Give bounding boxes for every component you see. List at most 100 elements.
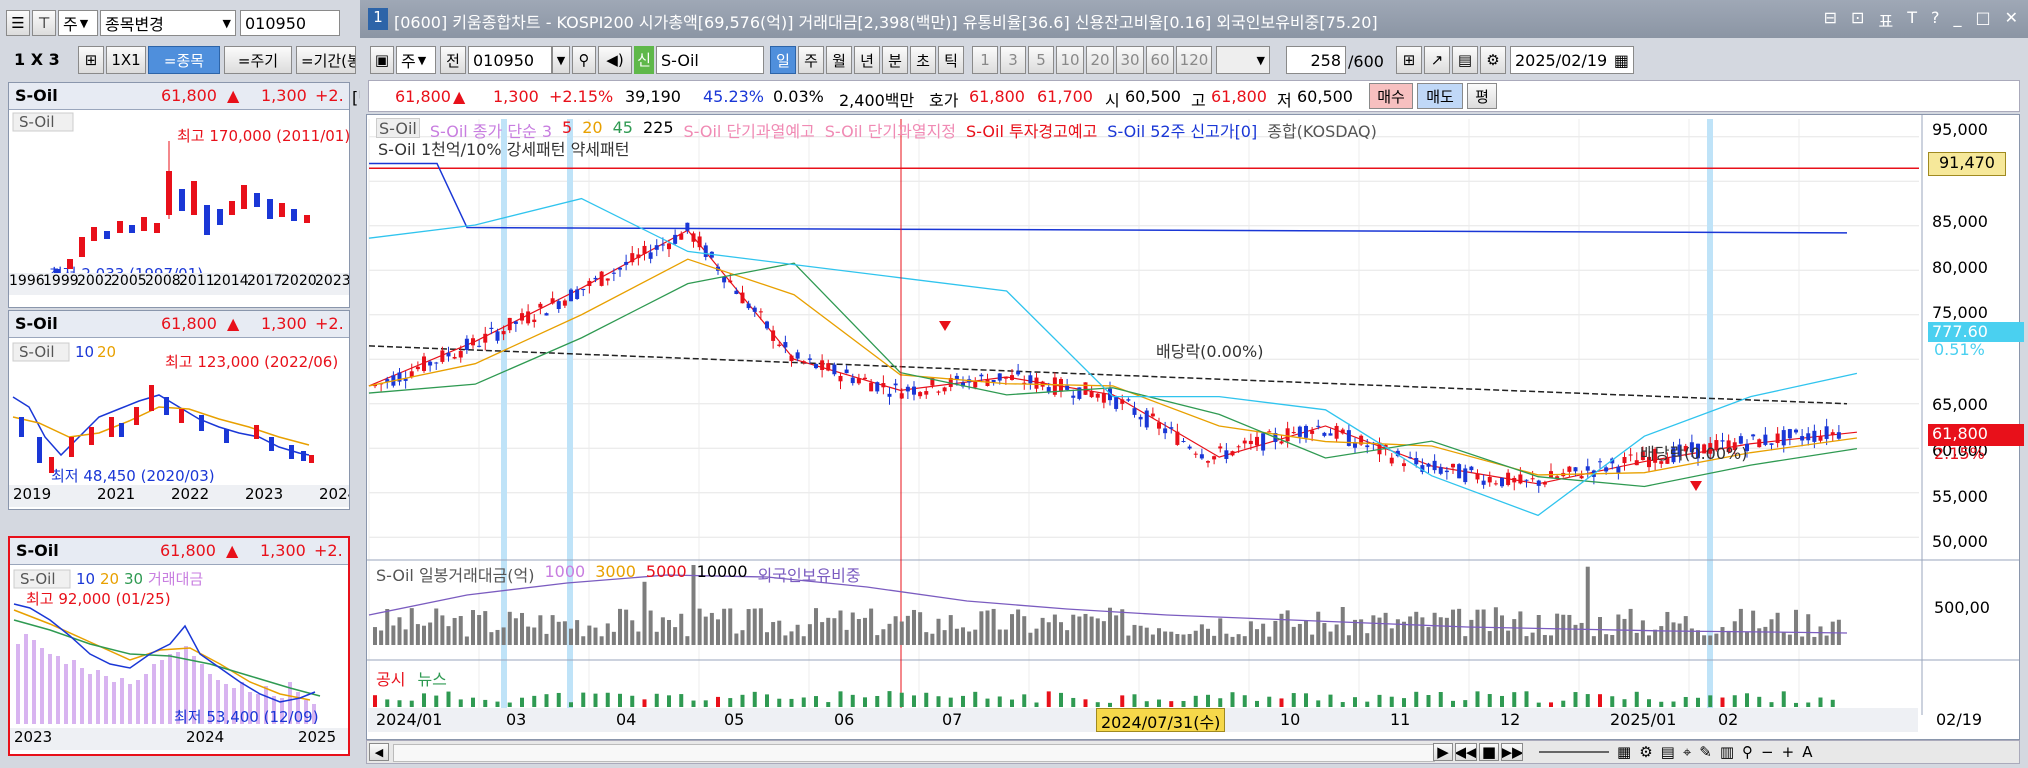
- mini-chart-weekly[interactable]: S-Oil 61,800 ▲ 1,300 +2. S-Oil 10 20 30 …: [8, 536, 350, 756]
- interval-1[interactable]: 1: [972, 46, 998, 74]
- indicator-icon[interactable]: ⊞: [1396, 46, 1422, 74]
- volume-bar: [1794, 609, 1798, 645]
- sell-button[interactable]: 매도: [1417, 83, 1463, 109]
- save-icon[interactable]: ▤: [1452, 46, 1478, 74]
- menu-button[interactable]: ☰: [6, 10, 30, 36]
- scroll-left-icon[interactable]: ◀: [369, 743, 389, 761]
- settings-icon[interactable]: ⚙: [1480, 46, 1506, 74]
- candle-body: [1261, 433, 1266, 451]
- period-second[interactable]: 초: [910, 46, 936, 74]
- volume-bar: [948, 615, 953, 645]
- window-number: 1: [368, 8, 388, 30]
- calendar-icon[interactable]: ▦: [1614, 51, 1629, 70]
- code-dropdown-icon[interactable]: ▼: [552, 46, 570, 74]
- cursor-icon[interactable]: ⌖: [1683, 743, 1691, 761]
- pin-icon[interactable]: ⊤: [32, 10, 56, 36]
- volume-bar: [483, 611, 488, 645]
- zoom-slider[interactable]: [1539, 751, 1609, 753]
- period-week[interactable]: 주: [798, 46, 824, 74]
- text-icon[interactable]: T: [1907, 8, 1917, 32]
- volume-bar: [1377, 617, 1382, 645]
- interval-20[interactable]: 20: [1086, 46, 1114, 74]
- interval-10[interactable]: 10: [1056, 46, 1084, 74]
- volume-bar: [685, 636, 690, 645]
- minimize-icon[interactable]: _: [1953, 8, 1961, 32]
- text-tool-icon[interactable]: A: [1802, 743, 1812, 761]
- volume-bar: [679, 613, 684, 645]
- main-mode-select[interactable]: 주 ▼: [396, 46, 436, 74]
- layers-icon[interactable]: ▤: [1661, 743, 1675, 761]
- stock-code-input[interactable]: 010950: [468, 46, 552, 74]
- volume-bar: [1567, 614, 1572, 645]
- tab-period-button[interactable]: =주기: [224, 46, 292, 74]
- stock-change-select[interactable]: 종목변경 ▼: [100, 10, 236, 36]
- chart-scrollbar[interactable]: ◀ ▶ ◀◀ ■ ▶▶ ▦ ⚙ ▤ ⌖ ✎ ▥ ⚲ − + A: [366, 740, 2020, 764]
- prev-button[interactable]: 전: [440, 46, 466, 74]
- grid-icon[interactable]: ▦: [1617, 743, 1631, 761]
- news-bar: [618, 693, 622, 707]
- dock-icon[interactable]: ⊟: [1824, 8, 1837, 32]
- candle-body: [1279, 441, 1284, 444]
- help-icon[interactable]: ?: [1931, 8, 1940, 32]
- draw-tool-icon[interactable]: ↗: [1424, 46, 1450, 74]
- period-day[interactable]: 일: [770, 46, 796, 74]
- scroll-thumb[interactable]: [393, 744, 1435, 762]
- search-icon[interactable]: ⚲: [572, 46, 596, 74]
- forward-icon[interactable]: ▶▶: [1501, 743, 1523, 761]
- eval-button[interactable]: 평: [1467, 83, 1497, 109]
- interval-5[interactable]: 5: [1028, 46, 1054, 74]
- table-icon[interactable]: 표: [1878, 8, 1893, 32]
- mini-chart-monthly[interactable]: S-Oil 61,800 ▲ 1,300 +2. S-Oil 10 20 최고 …: [8, 310, 350, 510]
- stock-name-field[interactable]: S-Oil: [656, 46, 764, 74]
- candle-body: [795, 352, 800, 359]
- news-bar: [973, 691, 978, 707]
- candle-body: [1530, 478, 1535, 480]
- mini-chart-yearly[interactable]: S-Oil 61,800 ▲ 1,300 +2. S-Oil 최고 170,00…: [8, 82, 350, 308]
- left-mode-select[interactable]: 주 ▼: [58, 10, 98, 36]
- news-bar: [1732, 695, 1737, 707]
- float-icon[interactable]: ⊡: [1851, 8, 1864, 32]
- period-year[interactable]: 년: [854, 46, 880, 74]
- interval-120[interactable]: 120: [1176, 46, 1212, 74]
- interval-30[interactable]: 30: [1116, 46, 1144, 74]
- zoom-icon[interactable]: ⚲: [1742, 743, 1753, 761]
- scroll-right-icon[interactable]: ▶: [1433, 743, 1453, 761]
- legend-item: 20: [582, 118, 603, 137]
- custom-interval-select[interactable]: ▼: [1216, 46, 1270, 74]
- news-bar: [1622, 699, 1627, 707]
- main-chart-area[interactable]: [366, 114, 2020, 740]
- sound-icon[interactable]: ◀): [598, 46, 632, 74]
- period-minute[interactable]: 분: [882, 46, 908, 74]
- candle-body: [538, 303, 543, 308]
- draw-icon[interactable]: ✎: [1699, 743, 1712, 761]
- news-bar: [1022, 694, 1027, 707]
- interval-3[interactable]: 3: [1000, 46, 1026, 74]
- x-axis-label: 07: [942, 710, 963, 729]
- rewind-icon[interactable]: ◀◀: [1455, 743, 1477, 761]
- candle-body: [1567, 466, 1572, 472]
- maximize-icon[interactable]: □: [1975, 8, 1990, 32]
- candle-body: [1212, 456, 1217, 460]
- bar-count-input[interactable]: 258: [1286, 46, 1346, 74]
- one-by-one-button[interactable]: 1X1: [106, 46, 146, 74]
- grid-icon[interactable]: ⊞: [78, 46, 104, 74]
- period-month[interactable]: 월: [826, 46, 852, 74]
- volume-bar: [752, 608, 757, 645]
- xlabel: 2025: [298, 728, 337, 746]
- plus-icon[interactable]: +: [1782, 743, 1795, 761]
- period-tick[interactable]: 틱: [938, 46, 964, 74]
- buy-button[interactable]: 매수: [1369, 83, 1413, 109]
- date-input[interactable]: 2025/02/19 ▦: [1510, 46, 1634, 74]
- left-code-input[interactable]: 010950: [240, 10, 340, 36]
- minus-icon[interactable]: −: [1761, 743, 1774, 761]
- layout-icon[interactable]: ▣: [370, 46, 394, 74]
- gear-icon[interactable]: ⚙: [1639, 743, 1652, 761]
- chart-icon[interactable]: ▥: [1720, 743, 1734, 761]
- candle-body: [520, 313, 524, 321]
- candle-body: [697, 236, 702, 248]
- tab-stock-button[interactable]: =종목: [148, 46, 220, 74]
- stop-icon[interactable]: ■: [1479, 743, 1499, 761]
- close-icon[interactable]: ✕: [2005, 8, 2018, 32]
- tab-range-button[interactable]: =기간(봉): [296, 46, 356, 74]
- interval-60[interactable]: 60: [1146, 46, 1174, 74]
